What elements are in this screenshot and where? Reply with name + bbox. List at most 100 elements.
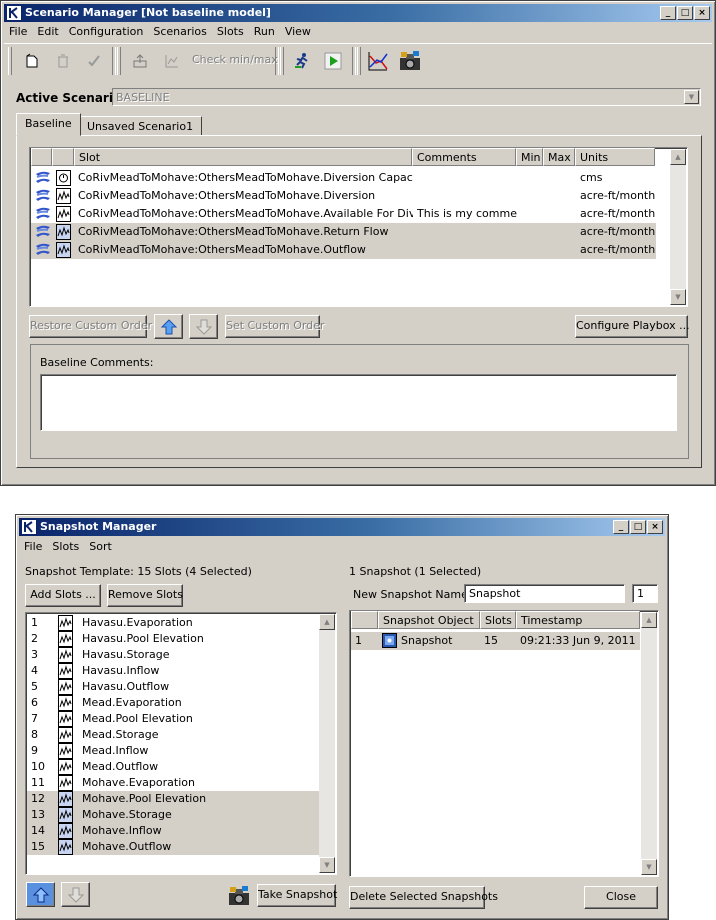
set-custom-order-button[interactable]: Set Custom Order xyxy=(225,315,324,338)
column-header-slots[interactable]: Slots xyxy=(480,611,516,629)
slot-move-down-button[interactable] xyxy=(61,882,90,907)
table-row[interactable]: 1 Snapshot 15 09:21:33 Jun 9, 2011 xyxy=(351,632,640,650)
comments-cell[interactable] xyxy=(417,169,517,187)
take-snapshot-button[interactable]: Take Snapshot xyxy=(257,884,337,907)
delete-selected-snapshots-button[interactable]: Delete Selected Snapshots xyxy=(349,886,498,909)
delete-button[interactable] xyxy=(51,48,75,74)
move-up-button[interactable] xyxy=(154,314,183,339)
menu-slots[interactable]: Slots xyxy=(212,23,249,38)
slot-table-scrollbar[interactable]: ▲ ▼ xyxy=(670,149,686,305)
scenario-manager-titlebar[interactable]: Scenario Manager [Not baseline model] _ … xyxy=(4,4,712,22)
snapshot-manager-titlebar[interactable]: Snapshot Manager _ □ × xyxy=(19,518,665,536)
column-header-comments[interactable]: Comments xyxy=(412,148,516,166)
export-button[interactable] xyxy=(128,48,152,74)
scroll-down-icon[interactable]: ▼ xyxy=(319,857,335,873)
list-item[interactable]: 9 Mead.Inflow xyxy=(27,743,319,759)
menu-file[interactable]: File xyxy=(4,23,32,38)
min-cell[interactable] xyxy=(520,205,544,223)
maximize-button[interactable]: □ xyxy=(677,6,693,20)
plot-button[interactable] xyxy=(366,48,390,74)
menu-run[interactable]: Run xyxy=(249,23,280,38)
table-row[interactable]: CoRivMeadToMohave:OthersMeadToMohave.Div… xyxy=(31,169,656,187)
dropdown-arrow-icon[interactable]: ▼ xyxy=(684,90,699,104)
column-header-snapshot-object[interactable]: Snapshot Object xyxy=(378,611,480,629)
list-item[interactable]: 1 Havasu.Evaporation xyxy=(27,615,319,631)
list-item[interactable]: 10 Mead.Outflow xyxy=(27,759,319,775)
column-header-timestamp[interactable]: Timestamp xyxy=(516,611,640,629)
max-cell[interactable] xyxy=(547,223,576,241)
list-item[interactable]: 4 Havasu.Inflow xyxy=(27,663,319,679)
scroll-down-icon[interactable]: ▼ xyxy=(641,859,657,875)
menu-slots[interactable]: Slots xyxy=(47,538,84,553)
baseline-comments-textarea[interactable] xyxy=(40,374,677,431)
tab-unsaved-scenario1[interactable]: Unsaved Scenario1 xyxy=(78,116,203,136)
min-cell[interactable] xyxy=(520,223,544,241)
list-item[interactable]: 5 Havasu.Outflow xyxy=(27,679,319,695)
table-row[interactable]: CoRivMeadToMohave:OthersMeadToMohave.Div… xyxy=(31,187,656,205)
comments-cell[interactable] xyxy=(417,187,517,205)
new-snapshot-name-input[interactable]: Snapshot xyxy=(464,584,625,603)
minimize-button[interactable]: _ xyxy=(613,520,629,534)
list-item[interactable]: 14 Mohave.Inflow xyxy=(27,823,319,839)
snapshot-button[interactable] xyxy=(398,48,422,74)
slot-move-up-button[interactable] xyxy=(26,882,55,907)
column-header-min[interactable]: Min xyxy=(516,148,543,166)
list-item[interactable]: 6 Mead.Evaporation xyxy=(27,695,319,711)
active-scenario-select[interactable]: BASELINE ▼ xyxy=(112,88,701,106)
run-step-button[interactable] xyxy=(290,48,314,74)
scroll-up-icon[interactable]: ▲ xyxy=(641,612,657,628)
plot-minmax-button[interactable] xyxy=(160,48,184,74)
menu-edit[interactable]: Edit xyxy=(32,23,63,38)
remove-slots-button[interactable]: Remove Slots xyxy=(107,584,183,607)
min-cell[interactable] xyxy=(520,169,544,187)
run-button[interactable] xyxy=(321,48,345,74)
configure-playbox-button[interactable]: Configure Playbox ... xyxy=(575,315,690,338)
table-row[interactable]: CoRivMeadToMohave:OthersMeadToMohave.Ret… xyxy=(31,223,656,241)
check-button[interactable] xyxy=(82,48,106,74)
add-slots-button[interactable]: Add Slots ... xyxy=(25,584,101,607)
list-item[interactable]: 12 Mohave.Pool Elevation xyxy=(27,791,319,807)
menu-scenarios[interactable]: Scenarios xyxy=(148,23,212,38)
close-button[interactable]: × xyxy=(694,6,710,20)
maximize-button[interactable]: □ xyxy=(630,520,646,534)
min-cell[interactable] xyxy=(520,241,544,259)
max-cell[interactable] xyxy=(547,205,576,223)
close-button[interactable]: × xyxy=(647,520,663,534)
minimize-button[interactable]: _ xyxy=(660,6,676,20)
list-item[interactable]: 3 Havasu.Storage xyxy=(27,647,319,663)
snapshot-table-scrollbar[interactable]: ▲ ▼ xyxy=(641,612,657,875)
max-cell[interactable] xyxy=(547,169,576,187)
tab-baseline[interactable]: Baseline xyxy=(16,113,81,136)
column-header-slot[interactable]: Slot xyxy=(74,148,412,166)
scroll-up-icon[interactable]: ▲ xyxy=(319,614,335,630)
restore-custom-order-button[interactable]: Restore Custom Order xyxy=(29,315,152,338)
max-cell[interactable] xyxy=(547,241,576,259)
column-header-max[interactable]: Max xyxy=(543,148,575,166)
comments-cell[interactable] xyxy=(417,223,517,241)
new-snapshot-index-input[interactable]: 1 xyxy=(632,584,658,603)
table-row[interactable]: CoRivMeadToMohave:OthersMeadToMohave.Ava… xyxy=(31,205,656,223)
menu-configuration[interactable]: Configuration xyxy=(64,23,149,38)
new-document-button[interactable] xyxy=(20,48,44,74)
list-item[interactable]: 13 Mohave.Storage xyxy=(27,807,319,823)
menu-sort[interactable]: Sort xyxy=(84,538,117,553)
min-cell[interactable] xyxy=(520,187,544,205)
scroll-up-icon[interactable]: ▲ xyxy=(670,149,686,165)
list-item[interactable]: 7 Mead.Pool Elevation xyxy=(27,711,319,727)
template-slot-scrollbar[interactable]: ▲ ▼ xyxy=(319,614,335,873)
menu-file[interactable]: File xyxy=(19,538,47,553)
check-minmax-button[interactable]: Check min/max xyxy=(192,53,278,66)
comments-cell[interactable] xyxy=(417,241,517,259)
max-cell[interactable] xyxy=(547,187,576,205)
column-header-units[interactable]: Units xyxy=(575,148,655,166)
move-down-button[interactable] xyxy=(189,314,218,339)
list-item[interactable]: 11 Mohave.Evaporation xyxy=(27,775,319,791)
table-row[interactable]: CoRivMeadToMohave:OthersMeadToMohave.Out… xyxy=(31,241,656,259)
list-item[interactable]: 8 Mead.Storage xyxy=(27,727,319,743)
comments-cell[interactable]: This is my comment xyxy=(417,205,517,223)
close-window-button[interactable]: Close xyxy=(584,886,658,909)
scroll-down-icon[interactable]: ▼ xyxy=(670,289,686,305)
menu-view[interactable]: View xyxy=(280,23,316,38)
list-item[interactable]: 15 Mohave.Outflow xyxy=(27,839,319,855)
list-item[interactable]: 2 Havasu.Pool Elevation xyxy=(27,631,319,647)
